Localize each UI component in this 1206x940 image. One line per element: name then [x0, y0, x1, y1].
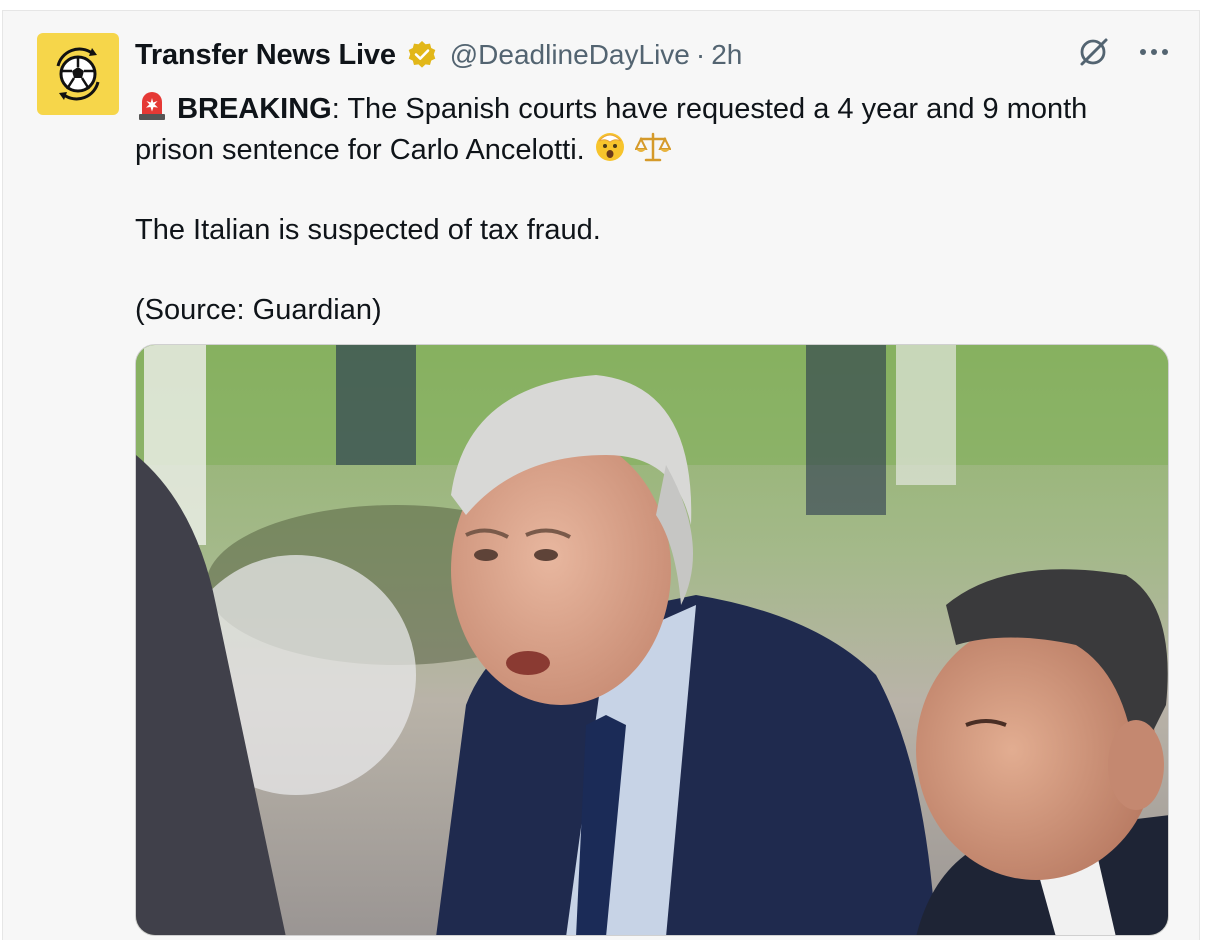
photo-content: [136, 345, 1168, 935]
tweet-header: Transfer News Live @DeadlineDayLive · 2h: [135, 33, 742, 77]
soccer-ball-icon: [56, 47, 100, 101]
grok-icon: [1080, 38, 1108, 66]
tweet-line-breaking: BREAKING: The Spanish courts have reques…: [135, 89, 1165, 170]
author-handle[interactable]: @DeadlineDayLive: [450, 39, 690, 71]
grok-button[interactable]: [1077, 35, 1111, 69]
separator-dot: ·: [695, 39, 706, 70]
tweet-timestamp[interactable]: 2h: [711, 39, 742, 71]
tweet-line-suspected: The Italian is suspected of tax fraud.: [135, 214, 601, 246]
author-name[interactable]: Transfer News Live: [135, 39, 396, 72]
tweet-card[interactable]: Transfer News Live @DeadlineDayLive · 2h: [2, 10, 1200, 940]
more-icon: [1140, 49, 1168, 55]
tweet-actions: [1077, 35, 1169, 69]
breaking-label: BREAKING: [177, 93, 332, 125]
shocked-face-icon: [595, 133, 624, 161]
tweet-photo[interactable]: [135, 344, 1169, 936]
more-button[interactable]: [1139, 47, 1169, 57]
tweet-text: BREAKING: The Spanish courts have reques…: [135, 89, 1165, 330]
scales-icon: [634, 132, 671, 162]
verified-badge-icon: [408, 41, 436, 68]
tweet-line-source: (Source: Guardian): [135, 294, 382, 326]
siren-icon: [139, 92, 165, 120]
avatar[interactable]: [37, 33, 119, 115]
